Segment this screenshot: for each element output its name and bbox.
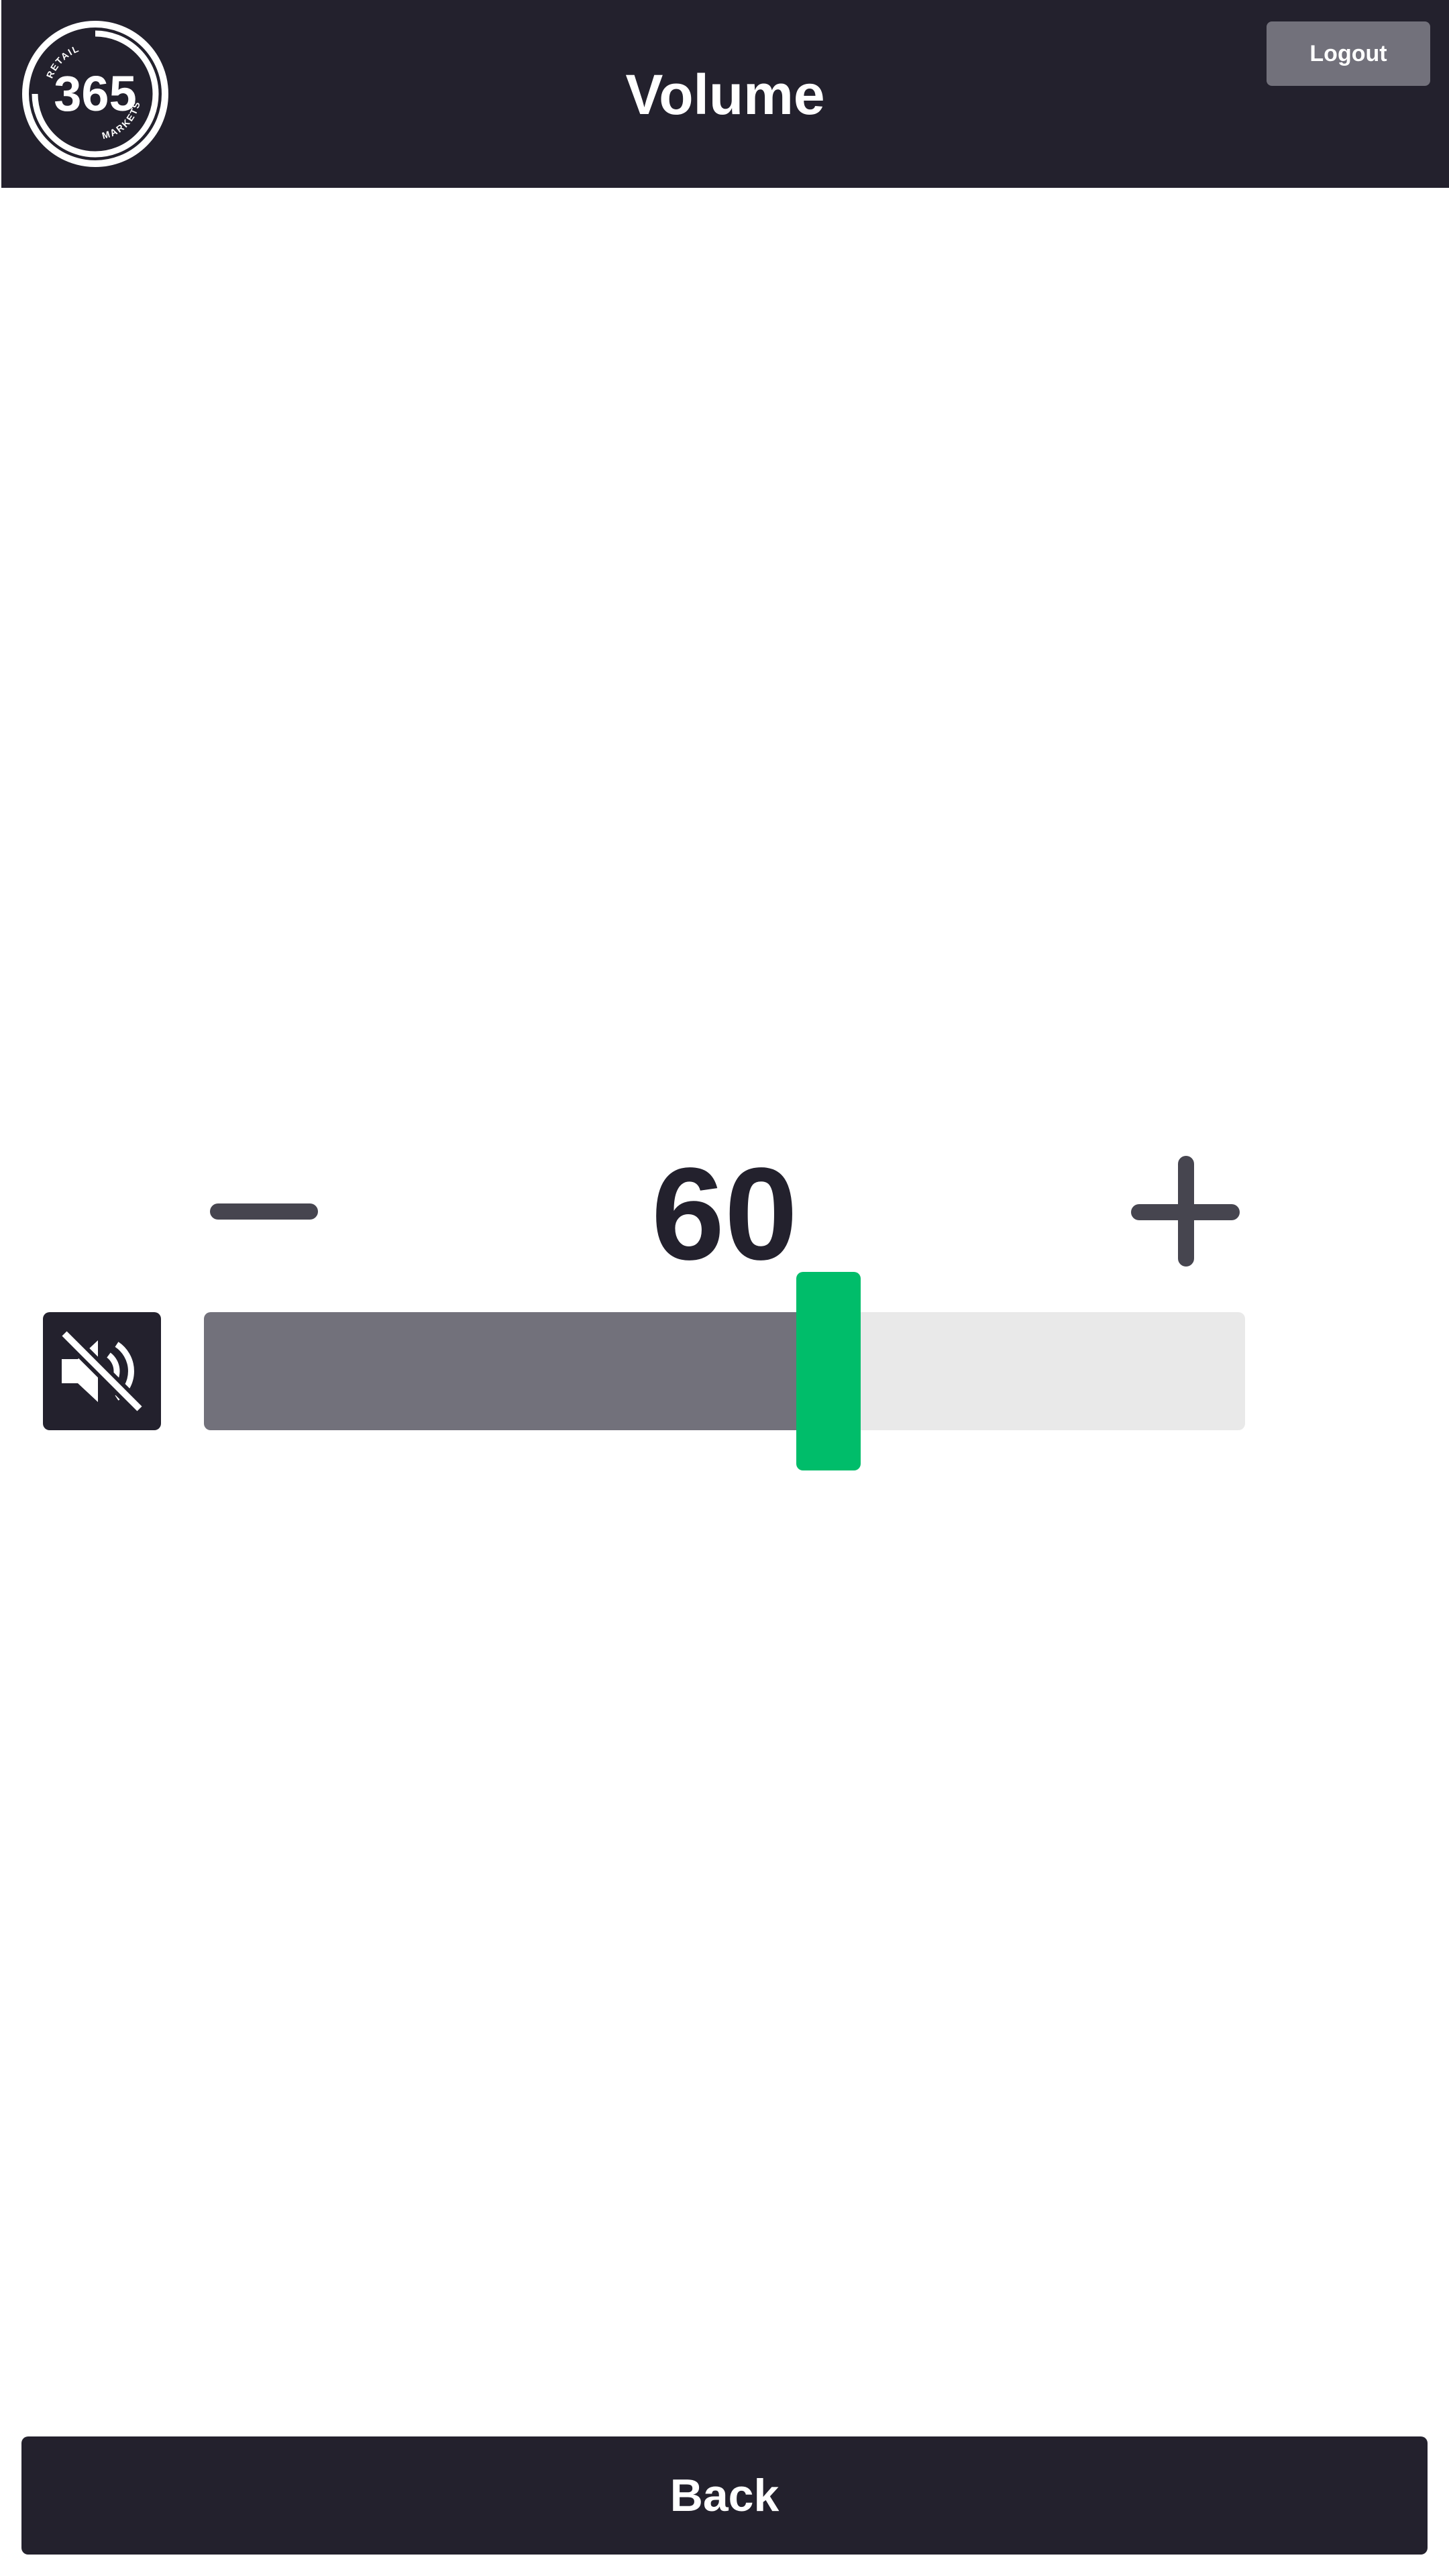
volume-slider-track[interactable]	[204, 1312, 1245, 1430]
app-header: 365 RETAIL MARKETS Volume Logout	[1, 0, 1449, 188]
page-title: Volume	[625, 63, 825, 126]
volume-decrease-button[interactable]	[201, 1161, 335, 1261]
volume-value: 60	[651, 1140, 798, 1287]
volume-slider-fill	[204, 1312, 829, 1430]
minus-icon	[210, 1203, 318, 1220]
logout-button[interactable]: Logout	[1267, 21, 1430, 86]
volume-increase-button[interactable]	[1119, 1148, 1240, 1269]
volume-mute-icon	[59, 1328, 145, 1414]
plus-icon	[1131, 1156, 1240, 1267]
mute-button[interactable]	[43, 1312, 161, 1430]
volume-slider-thumb[interactable]	[796, 1272, 861, 1470]
back-button[interactable]: Back	[21, 2436, 1428, 2555]
